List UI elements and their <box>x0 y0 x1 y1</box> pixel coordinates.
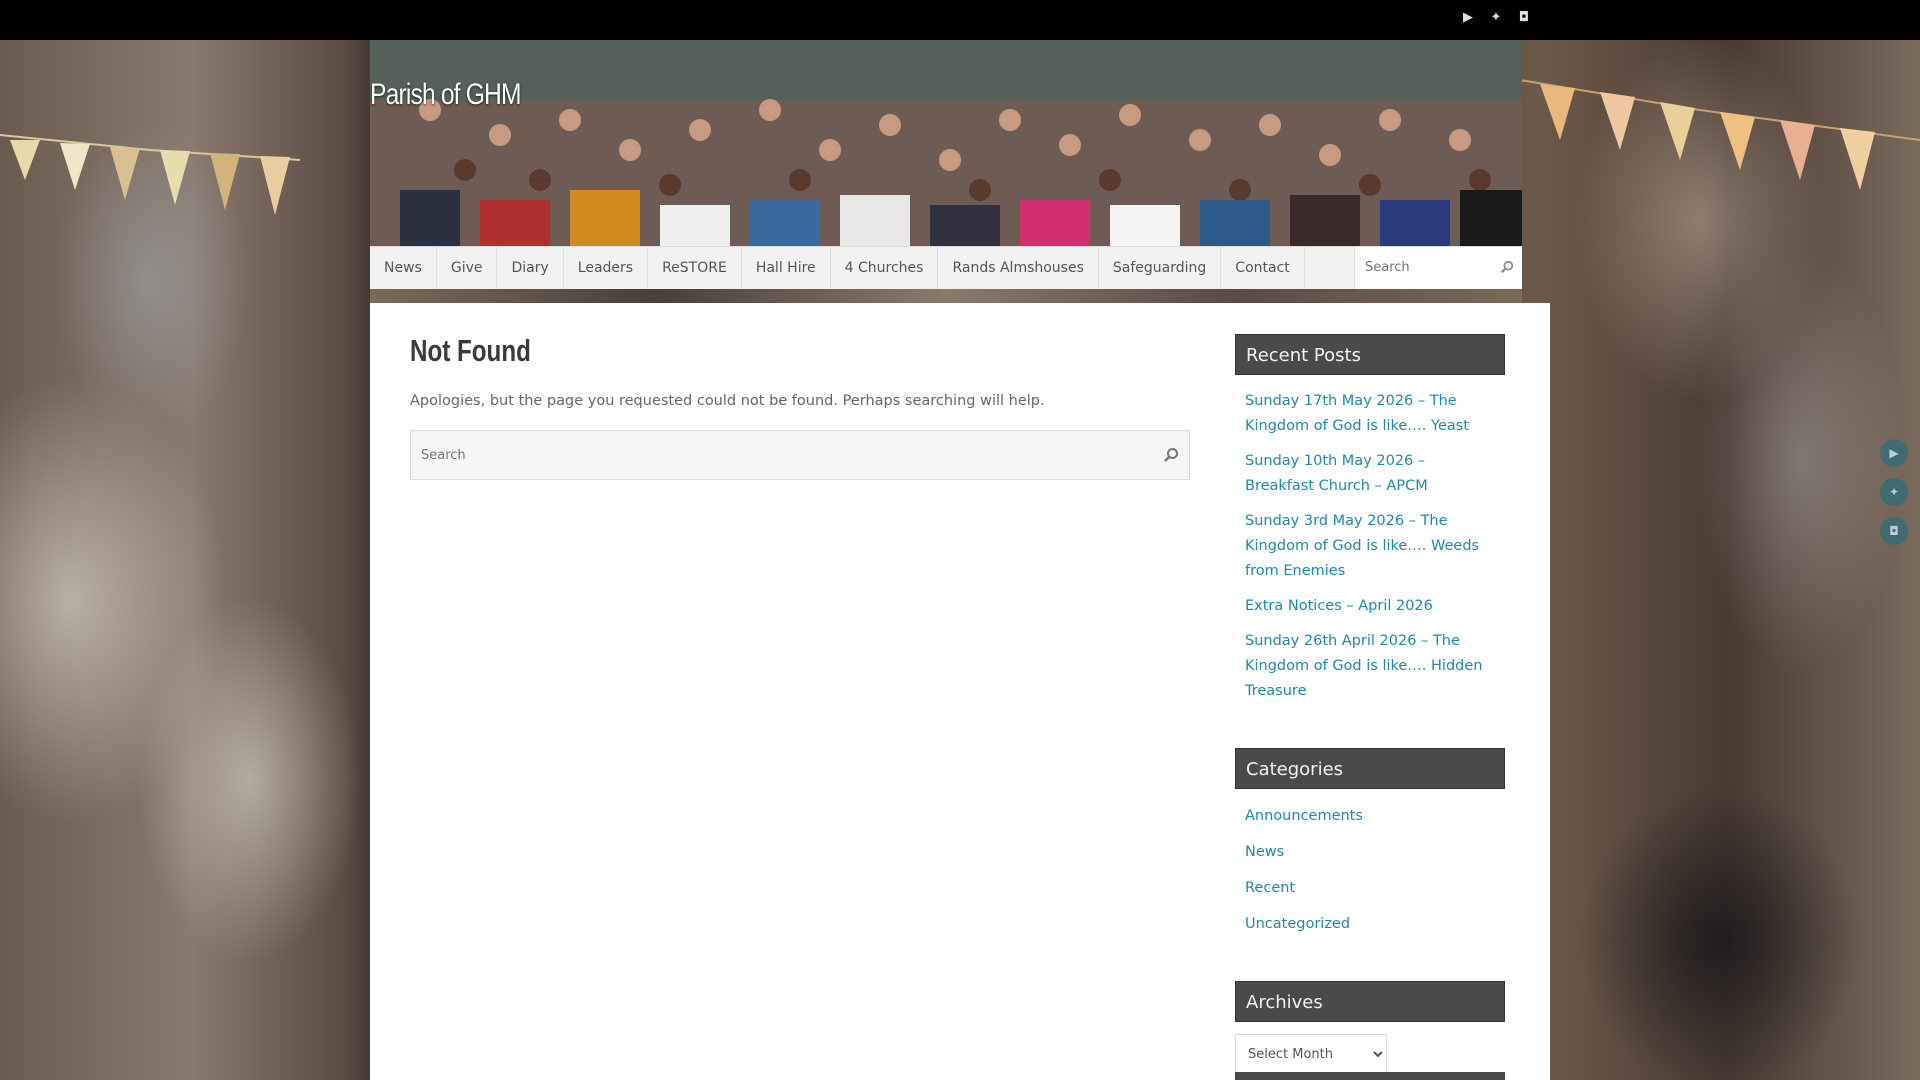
recent-posts-widget: Recent Posts Sunday 17th May 2026 – The … <box>1235 334 1505 704</box>
instagram-icon[interactable]: ◘ <box>1516 10 1532 26</box>
youtube-icon[interactable]: ▶ <box>1460 10 1476 26</box>
twitter-icon[interactable]: ✦ <box>1488 10 1504 26</box>
recent-post-link[interactable]: Sunday 10th May 2026 – Breakfast Church … <box>1245 449 1495 499</box>
content-area: Not Found Apologies, but the page you re… <box>410 333 1190 480</box>
nav-item-leaders[interactable]: Leaders <box>564 247 649 290</box>
search-icon[interactable] <box>1163 447 1179 463</box>
twitter-icon[interactable]: ✦ <box>1880 478 1908 506</box>
nav-item-contact[interactable]: Contact <box>1221 247 1305 290</box>
nav-item-give[interactable]: Give <box>437 247 498 290</box>
sidebar: Recent Posts Sunday 17th May 2026 – The … <box>1235 334 1505 1074</box>
main-container: Not Found Apologies, but the page you re… <box>370 303 1550 1080</box>
nav-item-diary[interactable]: Diary <box>497 247 564 290</box>
not-found-message: Apologies, but the page you requested co… <box>410 393 1045 409</box>
widget-title-recent-posts: Recent Posts <box>1235 334 1505 375</box>
recent-post-link[interactable]: Extra Notices – April 2026 <box>1245 594 1495 619</box>
floating-social-links: ▶ ✦ ◘ <box>1880 439 1908 556</box>
widget-title-archives: Archives <box>1235 981 1505 1022</box>
widget-title-categories: Categories <box>1235 748 1505 789</box>
top-bar: ▶ ✦ ◘ <box>0 0 1920 40</box>
nav-search <box>1354 247 1522 290</box>
instagram-icon[interactable]: ◘ <box>1880 517 1908 545</box>
nav-item-news[interactable]: News <box>370 247 437 290</box>
recent-post-link[interactable]: Sunday 3rd May 2026 – The Kingdom of God… <box>1245 509 1495 584</box>
recent-post-link[interactable]: Sunday 17th May 2026 – The Kingdom of Go… <box>1245 389 1495 439</box>
nav-item-4-churches[interactable]: 4 Churches <box>831 247 939 290</box>
youtube-icon[interactable]: ▶ <box>1880 439 1908 467</box>
category-link-news[interactable]: News <box>1245 839 1495 865</box>
nav-decor-strip <box>370 289 1522 303</box>
nav-item-safeguarding[interactable]: Safeguarding <box>1099 247 1222 290</box>
search-icon[interactable] <box>1500 260 1514 274</box>
category-link-announcements[interactable]: Announcements <box>1245 803 1495 829</box>
nav-item-rands-almshouses[interactable]: Rands Almshouses <box>938 247 1099 290</box>
top-social-links: ▶ ✦ ◘ <box>1460 10 1532 26</box>
archives-widget: Archives Select Month <box>1235 981 1505 1074</box>
site-title[interactable]: Parish of GHM <box>370 78 521 112</box>
main-navigation: News Give Diary Leaders ReSTORE Hall Hir… <box>370 246 1522 290</box>
nav-search-input[interactable] <box>1355 247 1505 288</box>
header-banner: Parish of GHM <box>370 40 1522 246</box>
categories-widget: Categories Announcements News Recent Unc… <box>1235 748 1505 937</box>
nav-item-restore[interactable]: ReSTORE <box>648 247 742 290</box>
category-link-uncategorized[interactable]: Uncategorized <box>1245 911 1495 937</box>
nav-item-hall-hire[interactable]: Hall Hire <box>742 247 831 290</box>
category-link-recent[interactable]: Recent <box>1245 875 1495 901</box>
next-widget-header <box>1235 1072 1505 1080</box>
recent-post-link[interactable]: Sunday 26th April 2026 – The Kingdom of … <box>1245 629 1495 704</box>
page-title: Not Found <box>410 333 531 368</box>
content-search <box>410 430 1190 480</box>
content-search-input[interactable] <box>411 431 1131 479</box>
group-photo <box>370 40 1522 246</box>
archives-month-select[interactable]: Select Month <box>1235 1034 1387 1074</box>
